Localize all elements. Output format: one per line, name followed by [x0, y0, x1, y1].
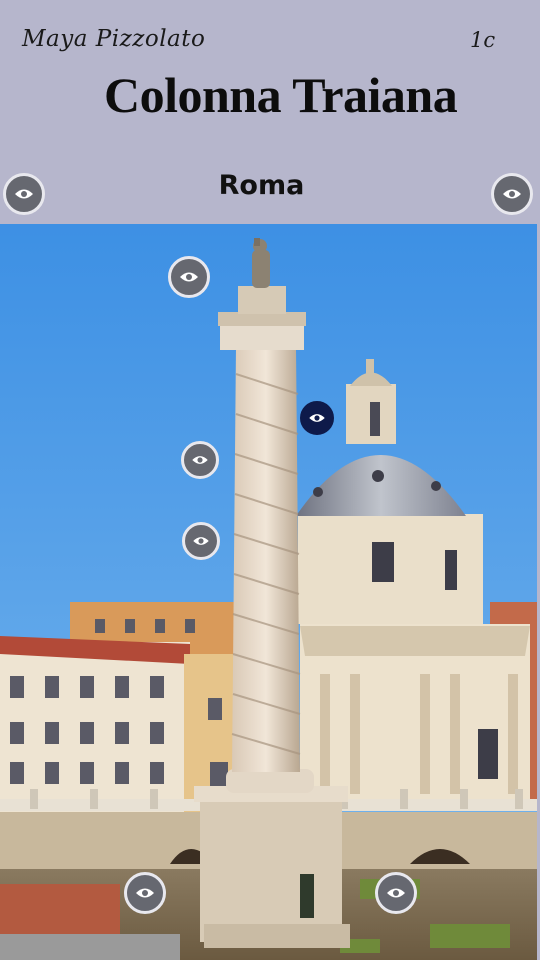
eye-icon — [192, 456, 208, 464]
eye-icon — [309, 414, 325, 422]
hotspot-5[interactable] — [181, 441, 219, 479]
eye-icon — [180, 272, 198, 282]
hotspot-4[interactable] — [300, 401, 334, 435]
class-label: 1c — [470, 28, 496, 52]
eye-icon — [136, 888, 154, 898]
hotspot-1[interactable] — [3, 173, 45, 215]
author-name: Maya Pizzolato — [22, 26, 206, 52]
hotspot-6[interactable] — [182, 522, 220, 560]
header-bar: Maya Pizzolato 1c Colonna Traiana Roma — [0, 0, 540, 224]
hotspot-7[interactable] — [124, 872, 166, 914]
hotspot-3[interactable] — [168, 256, 210, 298]
trajan-column-image — [0, 224, 537, 960]
eye-icon — [193, 537, 209, 545]
hotspot-2[interactable] — [491, 173, 533, 215]
hotspot-8[interactable] — [375, 872, 417, 914]
page-title: Colonna Traiana — [104, 67, 458, 123]
eye-icon — [15, 189, 33, 199]
page-subtitle: Roma — [218, 170, 305, 201]
eye-icon — [503, 189, 521, 199]
eye-icon — [387, 888, 405, 898]
column-photo — [0, 224, 537, 960]
